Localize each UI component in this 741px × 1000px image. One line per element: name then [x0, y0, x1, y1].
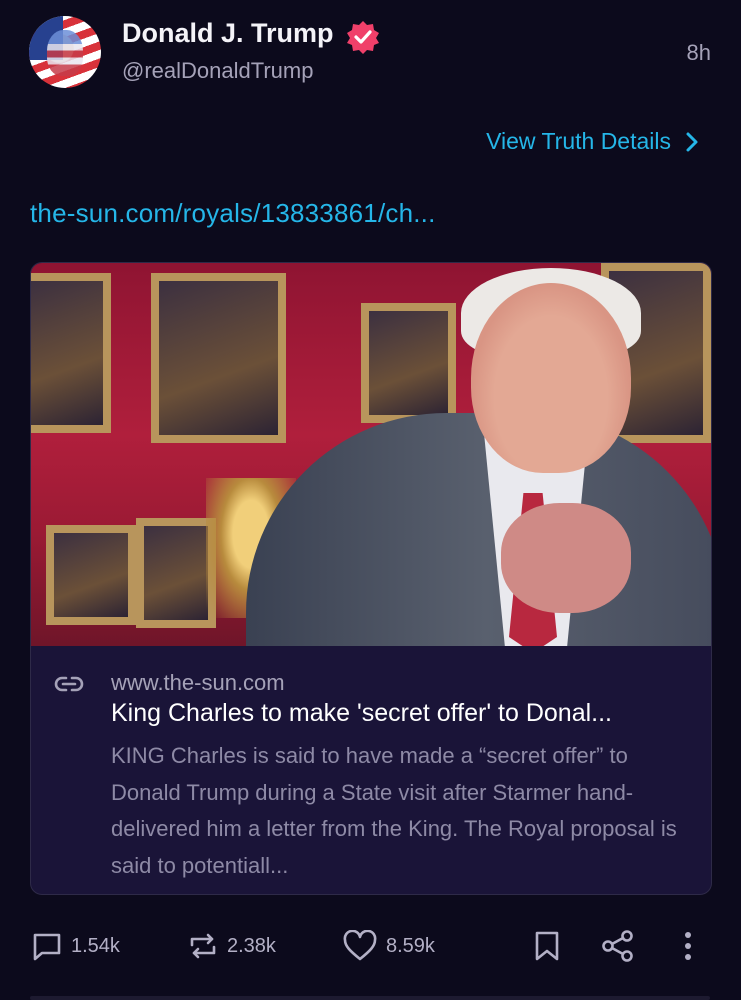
view-truth-details-link[interactable]: View Truth Details — [486, 128, 699, 155]
link-preview-image — [31, 263, 711, 646]
painting-frame — [136, 518, 216, 628]
more-vertical-icon — [685, 932, 691, 960]
like-count: 8.59k — [386, 934, 435, 957]
verified-badge-icon — [347, 21, 379, 54]
more-options-button[interactable] — [677, 920, 707, 972]
link-preview-domain: www.the-sun.com — [111, 670, 285, 695]
painting-frame — [31, 273, 111, 433]
man-face — [471, 283, 631, 473]
reply-icon — [33, 933, 61, 961]
link-icon — [54, 676, 84, 692]
post-timestamp: 8h — [686, 40, 711, 65]
author-handle[interactable]: @realDonaldTrump — [122, 58, 313, 84]
reply-count: 1.54k — [71, 934, 120, 957]
retruth-button[interactable]: 2.38k — [187, 920, 276, 972]
painting-frame — [46, 525, 136, 625]
bookmark-icon — [535, 931, 559, 961]
retruth-count: 2.38k — [227, 934, 276, 957]
link-preview-card[interactable]: www.the-sun.com King Charles to make 'se… — [30, 262, 712, 895]
post-link[interactable]: the-sun.com/royals/13833861/ch... — [30, 198, 436, 229]
post-action-bar: 1.54k 2.38k 8.59k — [0, 920, 741, 972]
painting-frame — [361, 303, 456, 423]
view-truth-details-label: View Truth Details — [486, 128, 671, 154]
heart-icon — [343, 930, 377, 961]
avatar-face — [47, 30, 83, 76]
bookmark-button[interactable] — [532, 920, 570, 972]
chevron-right-icon — [686, 132, 698, 151]
link-preview-description: KING Charles is said to have made a “sec… — [111, 743, 677, 878]
link-preview-title[interactable]: King Charles to make 'secret offer' to D… — [111, 699, 612, 728]
next-post-edge — [30, 996, 710, 1000]
share-button[interactable] — [601, 920, 643, 972]
reply-button[interactable]: 1.54k — [31, 920, 120, 972]
man-hand — [501, 503, 631, 613]
retruth-icon — [190, 933, 216, 959]
like-button[interactable]: 8.59k — [342, 920, 435, 972]
avatar[interactable] — [29, 16, 101, 88]
share-icon — [602, 930, 633, 962]
link-preview-info: www.the-sun.com King Charles to make 'se… — [31, 646, 711, 894]
painting-frame — [151, 273, 286, 443]
man-suit — [246, 413, 711, 646]
author-name[interactable]: Donald J. Trump — [122, 18, 334, 49]
